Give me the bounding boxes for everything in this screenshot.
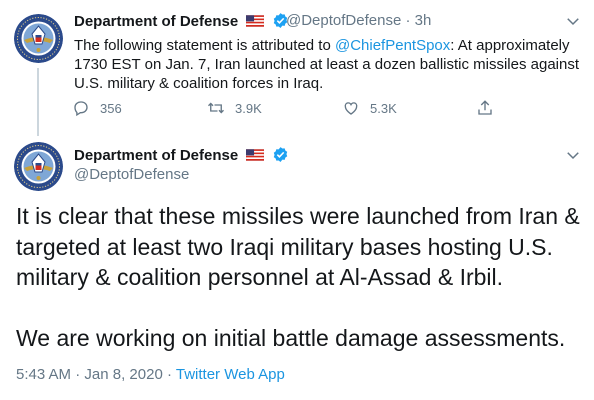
avatar-dod-seal[interactable] — [14, 14, 63, 63]
tweet-paragraph: It is clear that these missiles were lau… — [16, 203, 580, 290]
tweet-text-start: The following statement is attributed to — [74, 37, 335, 54]
share-icon — [478, 100, 492, 115]
main-tweet-meta: 5:43 AM · Jan 8, 2020 · Twitter Web App — [16, 366, 285, 383]
reply-count: 356 — [100, 100, 122, 116]
chevron-down-icon[interactable] — [564, 146, 582, 164]
us-flag-icon — [246, 149, 265, 161]
retweet-count: 3.9K — [235, 100, 262, 116]
timestamp[interactable]: 3h — [415, 12, 432, 29]
reply-tweet-text: The following statement is attributed to… — [74, 36, 584, 93]
tweet-time[interactable]: 5:43 AM — [16, 366, 71, 383]
tweet-paragraph: We are working on initial battle damage … — [16, 324, 566, 351]
display-name[interactable]: Department of Defense — [74, 13, 238, 30]
dod-seal-icon — [14, 142, 63, 191]
like-button[interactable]: 5.3K — [342, 99, 397, 117]
avatar-dod-seal[interactable] — [14, 142, 63, 191]
like-icon — [344, 102, 358, 115]
reply-button[interactable]: 356 — [72, 99, 122, 117]
dod-seal-icon — [14, 14, 63, 63]
meta-separator: · — [166, 366, 172, 383]
retweet-icon — [208, 102, 224, 114]
mention-link[interactable]: @ChiefPentSpox — [335, 37, 450, 54]
tweet-source-link[interactable]: Twitter Web App — [176, 366, 285, 383]
retweet-button[interactable]: 3.9K — [207, 99, 262, 117]
verified-badge-icon — [273, 147, 287, 162]
meta-separator: · — [405, 12, 411, 29]
reply-tweet-meta: @DeptofDefense · 3h — [286, 12, 431, 29]
chevron-down-icon[interactable] — [564, 12, 582, 30]
main-tweet-author[interactable]: Department of Defense — [74, 146, 289, 164]
meta-separator: · — [75, 366, 81, 383]
us-flag-icon — [246, 15, 265, 27]
main-tweet-text: It is clear that these missiles were lau… — [16, 201, 586, 353]
handle[interactable]: @DeptofDefense — [74, 166, 189, 183]
reply-tweet-actions: 356 3.9K 5.3K — [72, 99, 592, 119]
reply-tweet-author[interactable]: Department of Defense — [74, 12, 289, 30]
like-count: 5.3K — [370, 100, 397, 116]
share-button[interactable] — [476, 99, 504, 117]
reply-icon — [74, 101, 88, 117]
tweet-date[interactable]: Jan 8, 2020 — [84, 366, 162, 383]
handle[interactable]: @DeptofDefense — [286, 12, 401, 29]
display-name[interactable]: Department of Defense — [74, 147, 238, 164]
thread-connector-line — [37, 68, 39, 136]
